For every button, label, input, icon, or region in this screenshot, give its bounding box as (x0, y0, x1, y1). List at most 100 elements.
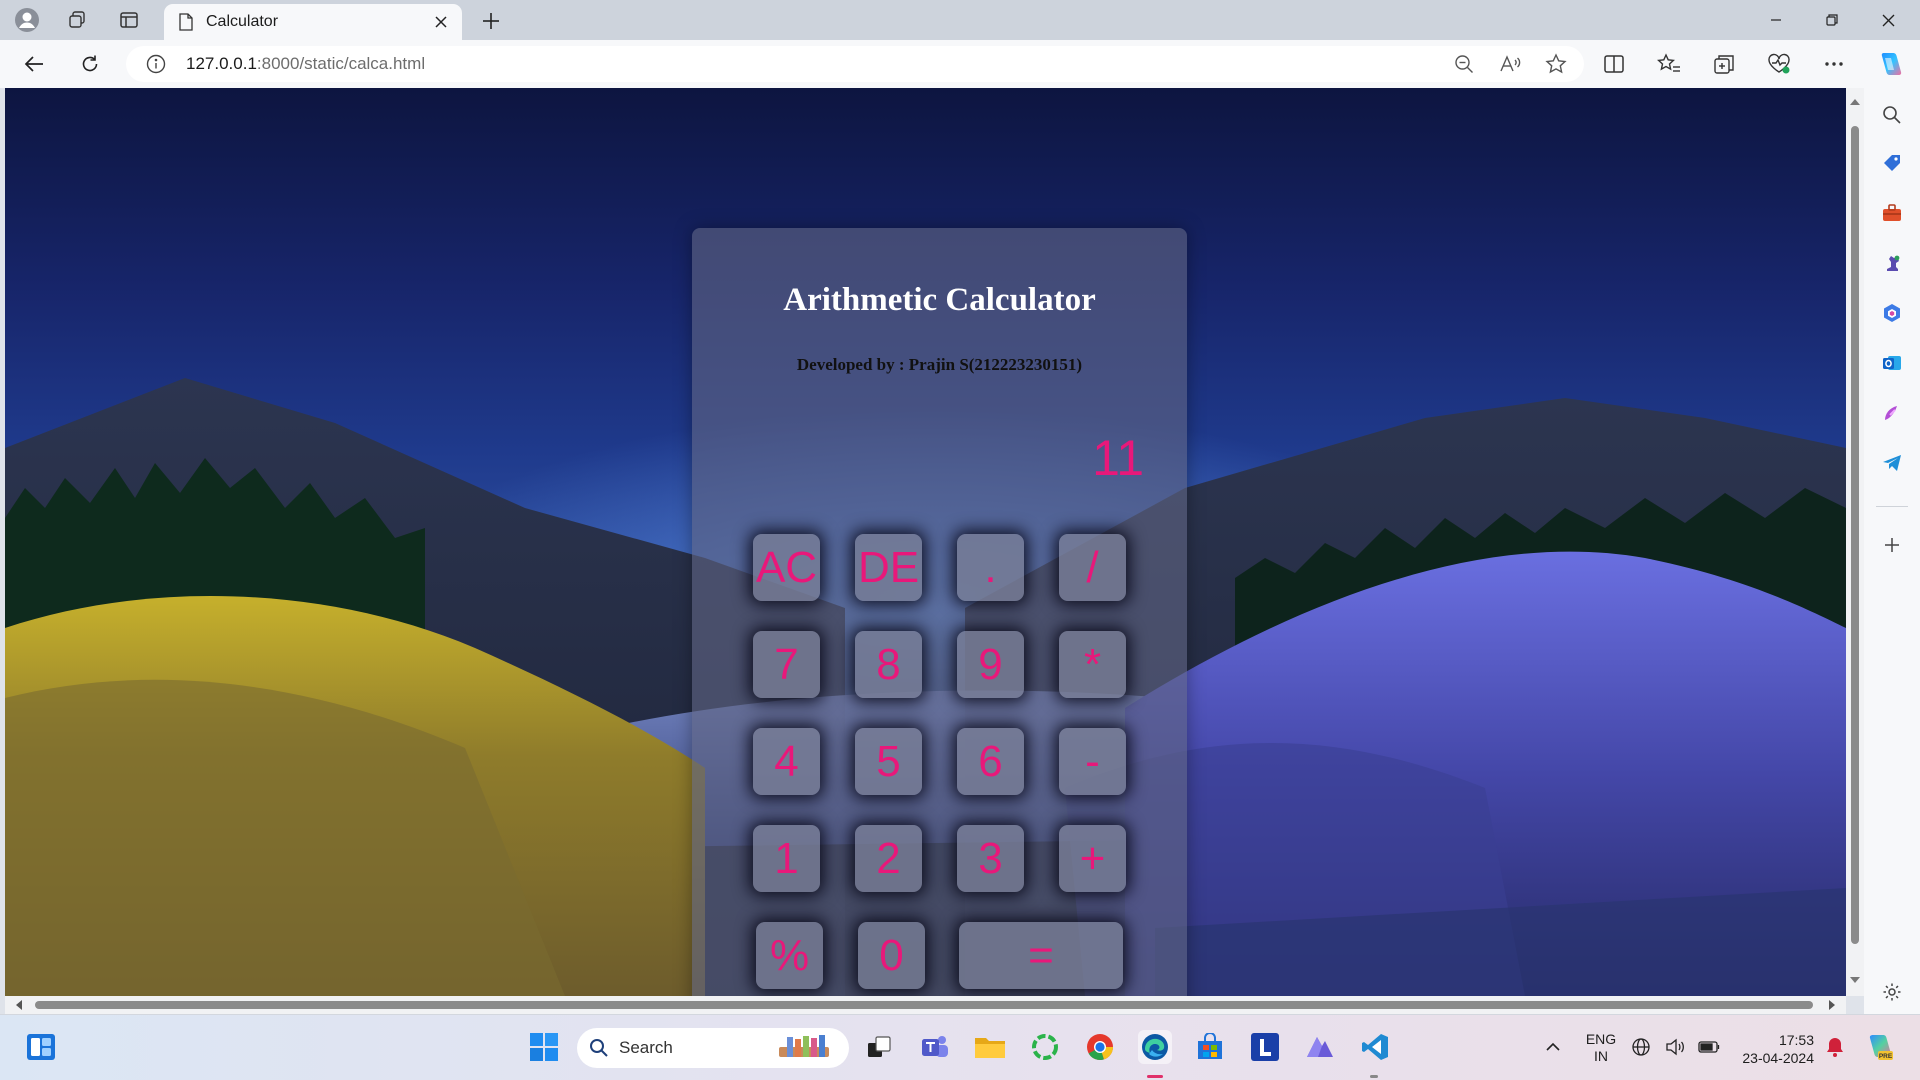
vertical-tabs-button[interactable] (112, 5, 146, 35)
sidebar-settings-button[interactable] (1877, 977, 1907, 1007)
scroll-down-arrow-icon[interactable] (1849, 974, 1861, 986)
copilot-button[interactable] (1875, 50, 1903, 78)
task-view-button[interactable] (862, 1030, 896, 1064)
sidebar-designer-button[interactable] (1877, 398, 1907, 428)
scroll-right-arrow-icon[interactable] (1826, 999, 1838, 1011)
sidebar-microsoft365-button[interactable] (1877, 298, 1907, 328)
sidebar-search-button[interactable] (1877, 100, 1907, 130)
key-delete[interactable]: DE (855, 534, 922, 601)
chrome-app[interactable] (1083, 1030, 1117, 1064)
battery-icon (1698, 1041, 1720, 1053)
new-tab-button[interactable] (474, 6, 508, 36)
key-4[interactable]: 4 (753, 728, 820, 795)
key-5[interactable]: 5 (855, 728, 922, 795)
key-9[interactable]: 9 (957, 631, 1024, 698)
notifications-button[interactable] (1820, 1030, 1850, 1064)
key-divide[interactable]: / (1059, 534, 1126, 601)
browser-essentials-button[interactable] (1765, 50, 1793, 78)
refresh-button[interactable] (72, 48, 108, 80)
widgets-button[interactable] (24, 1030, 58, 1064)
l-app[interactable] (1248, 1030, 1282, 1064)
store-icon (1198, 1033, 1222, 1059)
more-horizontal-icon (1825, 62, 1843, 66)
favorites-button[interactable] (1655, 50, 1683, 78)
edge-app[interactable] (1138, 1030, 1172, 1064)
vertical-scroll-thumb[interactable] (1851, 126, 1859, 944)
volume-button[interactable] (1664, 1030, 1686, 1064)
split-screen-button[interactable] (1600, 50, 1628, 78)
arrow-left-icon (24, 56, 43, 72)
minimize-button[interactable] (1748, 0, 1804, 40)
widgets-icon (27, 1034, 55, 1060)
key-multiply[interactable]: * (1059, 631, 1126, 698)
profile-icon (15, 8, 39, 32)
store-app[interactable] (1193, 1030, 1227, 1064)
copilot-preview-button[interactable]: PRE (1862, 1030, 1896, 1064)
gear-icon (1883, 983, 1901, 1001)
vertical-scrollbar[interactable] (1846, 88, 1864, 996)
key-subtract[interactable]: - (1059, 728, 1126, 795)
site-info-button[interactable] (136, 54, 176, 74)
arc-app[interactable] (1303, 1030, 1337, 1064)
address-bar[interactable]: 127.0.0.1:8000/static/calca.html (126, 46, 1584, 82)
collections-button[interactable] (1710, 50, 1738, 78)
file-explorer-app[interactable] (973, 1030, 1007, 1064)
zoom-out-button[interactable] (1450, 50, 1478, 78)
horizontal-scroll-thumb[interactable] (35, 1001, 1813, 1009)
page-icon (179, 13, 193, 31)
designer-icon (1885, 406, 1897, 420)
key-0[interactable]: 0 (858, 922, 925, 989)
restore-icon (1826, 14, 1838, 26)
sidebar-add-button[interactable] (1877, 530, 1907, 560)
sidebar-tools-button[interactable] (1877, 198, 1907, 228)
zoom-out-icon (1455, 55, 1473, 73)
copilot-preview-icon: PRE (1869, 1035, 1893, 1060)
key-all-clear[interactable]: AC (753, 534, 820, 601)
key-2[interactable]: 2 (855, 825, 922, 892)
refresh-icon (82, 55, 98, 72)
key-3[interactable]: 3 (957, 825, 1024, 892)
key-percent[interactable]: % (756, 922, 823, 989)
vscode-app[interactable] (1358, 1030, 1392, 1064)
sidebar-shopping-button[interactable] (1877, 148, 1907, 178)
chrome-icon (1087, 1034, 1113, 1061)
key-7[interactable]: 7 (753, 631, 820, 698)
scroll-up-arrow-icon[interactable] (1849, 96, 1861, 108)
key-8[interactable]: 8 (855, 631, 922, 698)
key-decimal[interactable]: . (957, 534, 1024, 601)
teams-app[interactable] (918, 1030, 952, 1064)
taskbar-search-box[interactable]: Search (577, 1028, 849, 1068)
language-indicator[interactable]: ENG IN (1584, 1031, 1618, 1065)
sidebar-games-button[interactable] (1877, 248, 1907, 278)
read-aloud-button[interactable] (1496, 50, 1524, 78)
key-6[interactable]: 6 (957, 728, 1024, 795)
key-add[interactable]: + (1059, 825, 1126, 892)
navigation-bar: 127.0.0.1:8000/static/calca.html (0, 40, 1920, 88)
back-button[interactable] (16, 48, 52, 80)
key-1[interactable]: 1 (753, 825, 820, 892)
profile-button[interactable] (10, 5, 44, 35)
scroll-left-arrow-icon[interactable] (13, 999, 25, 1011)
green-ring-app[interactable] (1028, 1030, 1062, 1064)
close-window-button[interactable] (1860, 0, 1916, 40)
network-button[interactable] (1630, 1030, 1652, 1064)
favorite-star-button[interactable] (1542, 50, 1570, 78)
plus-icon (483, 13, 499, 29)
horizontal-scrollbar[interactable] (5, 996, 1846, 1014)
bell-icon (1827, 1038, 1843, 1057)
url-text[interactable]: 127.0.0.1:8000/static/calca.html (186, 54, 425, 74)
workspaces-button[interactable] (60, 5, 94, 35)
restore-button[interactable] (1804, 0, 1860, 40)
tab-calculator[interactable]: Calculator (164, 4, 462, 40)
developer-credit: Developed by : Prajin S(212223230151) (796, 355, 1083, 374)
heart-pulse-icon (1768, 53, 1790, 74)
tab-close-button[interactable] (426, 7, 456, 37)
settings-and-more-button[interactable] (1820, 50, 1848, 78)
sidebar-outlook-button[interactable] (1877, 348, 1907, 378)
start-button[interactable] (527, 1030, 561, 1064)
key-equals[interactable]: = (959, 922, 1123, 989)
show-hidden-icons-button[interactable] (1536, 1030, 1570, 1064)
battery-button[interactable] (1696, 1030, 1722, 1064)
sidebar-telegram-button[interactable] (1877, 448, 1907, 478)
clock[interactable]: 17:53 23-04-2024 (1734, 1031, 1814, 1067)
